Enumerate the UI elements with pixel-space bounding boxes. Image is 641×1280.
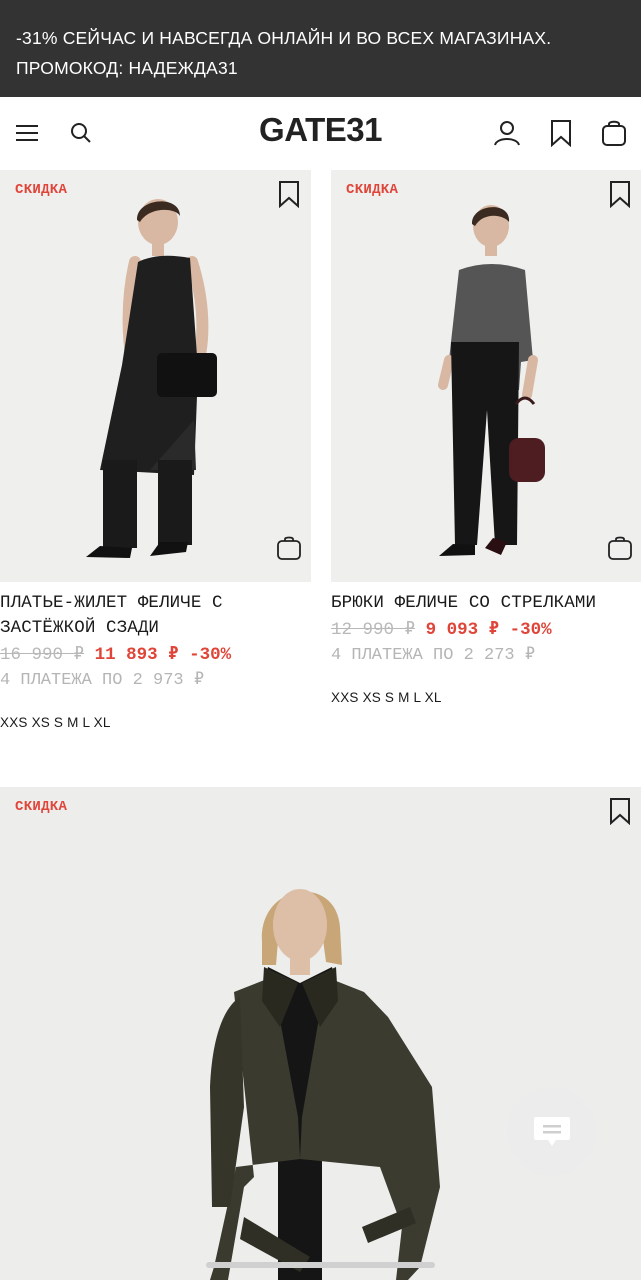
model-photo	[210, 889, 440, 1280]
bookmark-icon[interactable]	[545, 117, 577, 149]
promo-text-line-2: ПРОМОКОД: НАДЕЖДА31	[16, 58, 238, 78]
product-name-line-1[interactable]: ПЛАТЬЕ-ЖИЛЕТ ФЕЛИЧЕ С	[0, 591, 223, 616]
discount-percent: -30%	[189, 645, 232, 665]
product-card[interactable]: СКИДКА БРЮКИ ФЕЛИЧЕ СО СТРЕЛКАМИ 12 990 …	[331, 170, 641, 770]
installment-info: 4 ПЛАТЕЖА ПО 2 273 ₽	[331, 646, 536, 665]
model-photo	[438, 205, 545, 556]
old-price: 12 990 ₽	[331, 620, 416, 640]
discount-percent: -30%	[509, 620, 552, 640]
product-image[interactable]	[0, 170, 311, 582]
price-row: 16 990 ₽ 11 893 ₽ -30%	[0, 642, 231, 668]
chat-button[interactable]	[507, 1087, 596, 1176]
add-to-bag-icon[interactable]	[276, 535, 302, 561]
product-image[interactable]	[331, 170, 641, 582]
available-sizes: XXS XS S M L XL	[331, 690, 442, 705]
product-card[interactable]: СКИДКА ПЛАТЬЕ-ЖИЛЕТ ФЕЛИЧЕ С ЗАСТЁЖКОЙ С…	[0, 170, 311, 770]
account-icon[interactable]	[491, 117, 523, 149]
promo-banner[interactable]: -31% СЕЙЧАС И НАВСЕГДА ОНЛАЙН И ВО ВСЕХ …	[0, 0, 641, 97]
bookmark-icon[interactable]	[277, 180, 301, 209]
sale-badge: СКИДКА	[15, 799, 68, 815]
model-photo	[86, 199, 217, 558]
price-row: 12 990 ₽ 9 093 ₽ -30%	[331, 617, 552, 643]
product-name[interactable]: БРЮКИ ФЕЛИЧЕ СО СТРЕЛКАМИ	[331, 591, 596, 616]
installment-info: 4 ПЛАТЕЖА ПО 2 973 ₽	[0, 671, 205, 690]
product-card[interactable]: СКИДКА	[0, 787, 641, 1280]
sale-price: 9 093 ₽	[425, 620, 500, 640]
chat-icon	[533, 1116, 570, 1146]
site-header: GATE31	[0, 97, 641, 170]
promo-text-line-1: -31% СЕЙЧАС И НАВСЕГДА ОНЛАЙН И ВО ВСЕХ …	[16, 28, 552, 48]
available-sizes: XXS XS S M L XL	[0, 715, 111, 730]
bookmark-icon[interactable]	[608, 180, 632, 209]
sale-badge: СКИДКА	[15, 182, 68, 198]
sale-badge: СКИДКА	[346, 182, 399, 198]
product-image[interactable]	[0, 787, 641, 1280]
bag-icon[interactable]	[598, 117, 630, 149]
product-name-line-2[interactable]: ЗАСТЁЖКОЙ СЗАДИ	[0, 616, 159, 641]
sale-price: 11 893 ₽	[94, 645, 179, 665]
bookmark-icon[interactable]	[608, 797, 632, 826]
home-indicator[interactable]	[206, 1262, 435, 1268]
old-price: 16 990 ₽	[0, 645, 85, 665]
add-to-bag-icon[interactable]	[607, 535, 633, 561]
